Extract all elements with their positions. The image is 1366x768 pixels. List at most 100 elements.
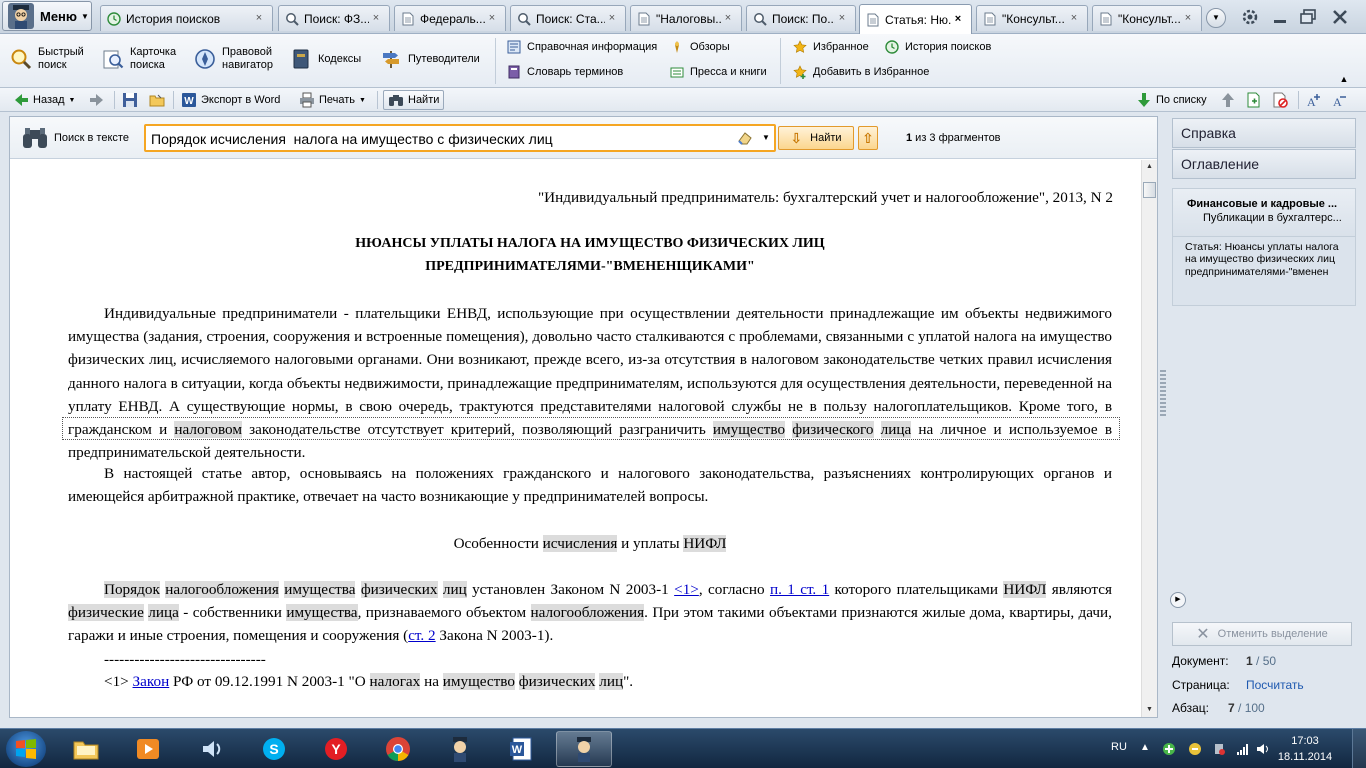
- close-icon[interactable]: ×: [1067, 12, 1081, 26]
- close-window-icon[interactable]: [1330, 7, 1350, 27]
- scroll-up-icon[interactable]: ▲: [1142, 160, 1157, 174]
- chevron-down-icon[interactable]: ▼: [760, 133, 772, 145]
- reviews-button[interactable]: Обзоры: [670, 40, 730, 54]
- add-favorites-button[interactable]: Добавить в Избранное: [793, 65, 929, 79]
- glossary-button[interactable]: Словарь терминов: [507, 65, 623, 79]
- close-icon[interactable]: ×: [605, 12, 619, 26]
- find-toggle-button[interactable]: Найти: [383, 90, 445, 110]
- tab-consult-1[interactable]: "Консульт... ×: [976, 5, 1088, 31]
- start-button[interactable]: [6, 731, 46, 767]
- taskbar-chrome[interactable]: [370, 731, 426, 767]
- guides-button[interactable]: Путеводители: [380, 48, 480, 70]
- footnote-link[interactable]: <1>: [674, 581, 699, 598]
- tray-update-icon[interactable]: [1188, 742, 1202, 756]
- by-list-button[interactable]: По списку: [1136, 90, 1207, 110]
- quick-search-label: Быстрый поиск: [38, 46, 84, 71]
- no-mark-button[interactable]: [1272, 90, 1292, 110]
- tab-label: "Консульт...: [1002, 11, 1065, 26]
- search-input[interactable]: [151, 129, 731, 148]
- tab-federal[interactable]: Федераль... ×: [394, 5, 506, 31]
- zoom-in-button[interactable]: A: [1306, 90, 1326, 110]
- search-history-button[interactable]: История поисков: [885, 40, 991, 54]
- scroll-down-icon[interactable]: ▼: [1142, 703, 1157, 717]
- scrollbar-thumb[interactable]: [1143, 182, 1156, 198]
- contents-section-button[interactable]: Оглавление: [1172, 149, 1356, 179]
- close-icon[interactable]: ×: [721, 12, 735, 26]
- tabs-dropdown-button[interactable]: ▼: [1206, 8, 1226, 28]
- taskbar-skype[interactable]: S: [246, 731, 302, 767]
- chevron-down-icon[interactable]: ▼: [69, 97, 76, 104]
- tray-add-icon[interactable]: [1162, 742, 1176, 756]
- restore-icon[interactable]: [1298, 7, 1318, 27]
- find-label: Найти: [408, 94, 440, 106]
- reference-info-button[interactable]: Справочная информация: [507, 40, 657, 54]
- taskbar-yandex[interactable]: Y: [308, 731, 364, 767]
- taskbar-media-player[interactable]: [120, 731, 176, 767]
- tab-search-st[interactable]: Поиск: Ста... ×: [510, 5, 626, 31]
- history-icon: [885, 40, 899, 54]
- network-icon[interactable]: [1236, 742, 1250, 756]
- clear-selection-button[interactable]: ✕ Отменить выделение: [1172, 622, 1352, 646]
- search-field[interactable]: ▼: [144, 124, 776, 152]
- article-link[interactable]: ст. 2: [408, 627, 435, 644]
- find-next-button[interactable]: ⇩ Найти: [778, 126, 854, 150]
- taskbar-audio[interactable]: [184, 731, 240, 767]
- close-icon[interactable]: ×: [369, 12, 383, 26]
- close-icon[interactable]: ×: [252, 12, 266, 26]
- export-word-button[interactable]: W Экспорт в Word: [181, 90, 280, 110]
- edit-button[interactable]: [149, 90, 169, 110]
- close-icon[interactable]: ×: [951, 12, 965, 27]
- quick-search-button[interactable]: Быстрый поиск: [10, 46, 84, 72]
- tab-search-po[interactable]: Поиск: По... ×: [746, 5, 856, 31]
- up-button[interactable]: [1220, 90, 1240, 110]
- law-link[interactable]: Закон: [133, 673, 170, 690]
- taskbar-consultant-active[interactable]: [556, 731, 612, 767]
- search-highlight: исчисления: [542, 535, 618, 552]
- forward-button[interactable]: [89, 90, 109, 110]
- codes-button[interactable]: Кодексы: [290, 48, 361, 70]
- show-desktop-button[interactable]: [1352, 729, 1366, 768]
- card-search-button[interactable]: Карточка поиска: [102, 46, 176, 72]
- count-pages-link[interactable]: Посчитать: [1246, 678, 1304, 692]
- chevron-up-icon[interactable]: ▲: [1334, 74, 1354, 86]
- press-books-button[interactable]: Пресса и книги: [670, 65, 767, 79]
- taskbar-consultant[interactable]: [432, 731, 488, 767]
- taskbar-explorer[interactable]: [58, 731, 114, 767]
- system-clock[interactable]: 17:03 18.11.2014: [1272, 733, 1338, 765]
- article-link[interactable]: п. 1 ст. 1: [770, 581, 829, 598]
- favorites-button[interactable]: Избранное: [793, 40, 869, 54]
- favorites-label: Избранное: [813, 41, 869, 53]
- tab-consult-2[interactable]: "Консульт... ×: [1092, 5, 1202, 31]
- close-icon[interactable]: ×: [485, 12, 499, 26]
- pane-splitter[interactable]: [1160, 370, 1166, 416]
- legal-navigator-button[interactable]: Правовой навигатор: [194, 46, 273, 72]
- chevron-down-icon[interactable]: ▼: [359, 97, 366, 104]
- close-icon[interactable]: ×: [835, 12, 849, 26]
- tab-tax[interactable]: "Налоговы... ×: [630, 5, 742, 31]
- eraser-icon[interactable]: [736, 129, 754, 147]
- tab-search-history[interactable]: История поисков ×: [100, 5, 273, 31]
- volume-icon[interactable]: [1256, 742, 1270, 756]
- save-button[interactable]: [122, 90, 142, 110]
- find-previous-button[interactable]: ⇧: [858, 126, 878, 150]
- vertical-scrollbar[interactable]: ▲ ▼: [1141, 160, 1157, 717]
- back-button[interactable]: Назад ▼: [13, 90, 75, 110]
- print-button[interactable]: Печать ▼: [299, 90, 366, 110]
- keyboard-language[interactable]: RU: [1111, 741, 1127, 753]
- help-section-button[interactable]: Справка: [1172, 118, 1356, 148]
- tray-usb-icon[interactable]: [1212, 742, 1226, 756]
- related-article-link[interactable]: Статья: Нюансы уплаты налога на имуществ…: [1173, 237, 1355, 278]
- related-info-header[interactable]: Финансовые и кадровые ... Публикации в б…: [1173, 189, 1355, 237]
- close-icon[interactable]: ×: [1181, 12, 1195, 26]
- expand-pane-icon[interactable]: ▶: [1170, 592, 1186, 608]
- new-doc-button[interactable]: [1246, 90, 1266, 110]
- tray-expand-icon[interactable]: ▲: [1140, 742, 1154, 756]
- minimize-icon[interactable]: [1270, 7, 1290, 27]
- zoom-out-button[interactable]: A: [1332, 90, 1352, 110]
- reviews-label: Обзоры: [690, 41, 730, 53]
- menu-button[interactable]: Меню ▼: [2, 1, 92, 31]
- tab-search-fz[interactable]: Поиск: ФЗ... ×: [278, 5, 390, 31]
- settings-icon[interactable]: [1240, 7, 1260, 27]
- taskbar-word[interactable]: W: [494, 731, 550, 767]
- tab-article[interactable]: Статья: Ню... ×: [859, 4, 972, 34]
